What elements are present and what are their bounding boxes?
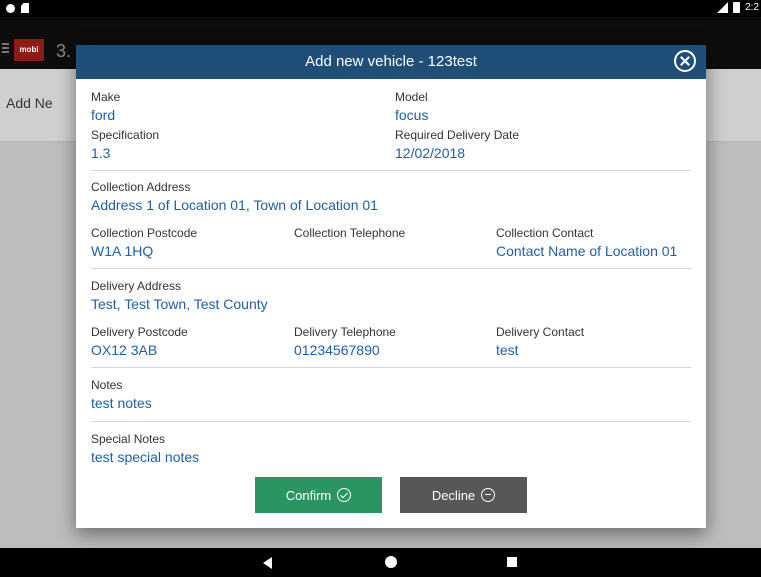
app-title: 3.: [56, 41, 72, 61]
divider: [91, 367, 691, 368]
app-logo: mobi: [14, 39, 44, 61]
home-icon[interactable]: [385, 556, 397, 568]
decline-button[interactable]: Decline: [400, 477, 527, 513]
notes-value: test notes: [91, 395, 152, 411]
subheader-text: Add Ne: [6, 95, 53, 111]
delivery-contact-value: test: [496, 342, 519, 358]
collection-contact-value: Contact Name of Location 01: [496, 243, 678, 259]
collection-contact-label: Collection Contact: [496, 226, 594, 240]
specification-label: Specification: [91, 128, 160, 142]
delivery-postcode-value: OX12 3AB: [91, 342, 158, 358]
delivery-address-label: Delivery Address: [91, 279, 182, 293]
required-delivery-date-value: 12/02/2018: [395, 145, 466, 161]
delivery-contact-label: Delivery Contact: [496, 325, 585, 339]
sd-card-icon: [21, 3, 29, 13]
notification-dot-icon: [6, 3, 15, 13]
model-value: focus: [395, 107, 429, 123]
add-vehicle-dialog: Add new vehicle - 123test Make ford Mode…: [76, 45, 706, 528]
status-bar: 2:2: [0, 0, 761, 17]
special-notes-label: Special Notes: [91, 432, 166, 446]
confirm-button[interactable]: Confirm: [255, 477, 382, 513]
battery-icon: [733, 2, 741, 13]
check-circle-icon: [337, 488, 352, 502]
delivery-postcode-label: Delivery Postcode: [91, 325, 188, 339]
make-value: ford: [91, 107, 116, 123]
divider: [91, 170, 691, 171]
clock: 2:2: [745, 2, 759, 13]
collection-telephone-label: Collection Telephone: [294, 226, 406, 240]
menu-icon[interactable]: [2, 43, 9, 53]
back-icon[interactable]: [263, 557, 272, 569]
collection-address-label: Collection Address: [91, 180, 191, 194]
delivery-telephone-label: Delivery Telephone: [294, 325, 396, 339]
collection-address-value: Address 1 of Location 01, Town of Locati…: [91, 197, 378, 213]
recent-apps-icon[interactable]: [507, 557, 517, 567]
divider: [91, 268, 691, 269]
specification-value: 1.3: [91, 145, 111, 161]
signal-icon: [717, 2, 729, 13]
delivery-telephone-value: 01234567890: [294, 342, 380, 358]
collection-postcode-label: Collection Postcode: [91, 226, 198, 240]
delivery-address-value: Test, Test Town, Test County: [91, 296, 268, 312]
model-label: Model: [395, 90, 428, 104]
notes-label: Notes: [91, 378, 123, 392]
close-circle-icon[interactable]: [674, 50, 696, 72]
collection-postcode-value: W1A 1HQ: [91, 243, 154, 259]
dialog-title: Add new vehicle - 123test: [305, 53, 477, 70]
required-delivery-date-label: Required Delivery Date: [395, 128, 520, 142]
system-nav-bar: [0, 548, 761, 577]
make-label: Make: [91, 90, 121, 104]
divider: [91, 421, 691, 422]
decline-label: Decline: [431, 487, 476, 503]
special-notes-value: test special notes: [91, 449, 200, 465]
dialog-header: Add new vehicle - 123test: [76, 45, 706, 79]
minus-circle-icon: [481, 488, 496, 502]
confirm-label: Confirm: [285, 487, 332, 503]
